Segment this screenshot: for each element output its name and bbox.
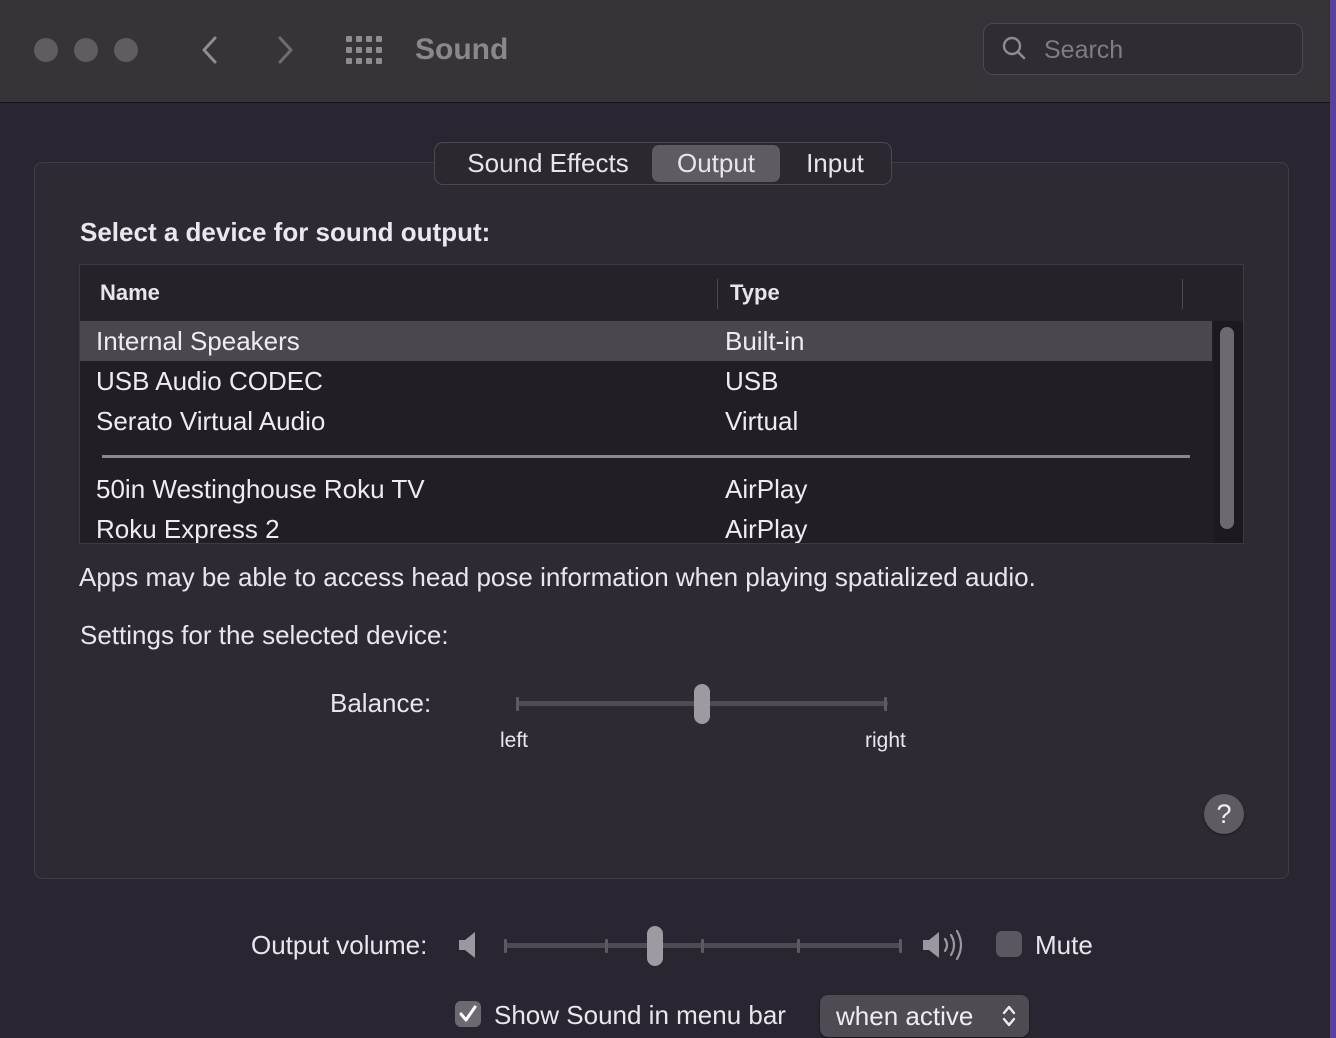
chevron-right-icon — [278, 36, 293, 64]
volume-tick — [605, 939, 608, 953]
device-name: 50in Westinghouse Roku TV — [96, 474, 425, 504]
volume-tick — [797, 939, 800, 953]
mute-checkbox[interactable] — [996, 931, 1022, 957]
chevron-left-icon — [202, 36, 217, 64]
search-icon — [1002, 36, 1026, 60]
device-type: Virtual — [725, 406, 799, 436]
title-bar: Sound Search — [0, 0, 1330, 103]
table-row[interactable]: Roku Express 2 AirPlay — [80, 509, 1212, 544]
desktop-edge — [1330, 0, 1336, 1038]
device-type: AirPlay — [725, 474, 808, 504]
show-all-grid-icon[interactable] — [346, 36, 384, 64]
table-row[interactable]: 50in Westinghouse Roku TV AirPlay — [80, 469, 1212, 509]
menubar-visibility-popup[interactable]: when active — [820, 995, 1029, 1037]
column-separator — [1182, 279, 1183, 309]
balance-right-label: right — [865, 729, 906, 752]
show-in-menubar-label: Show Sound in menu bar — [494, 1000, 786, 1030]
volume-tick — [504, 939, 507, 953]
balance-label: Balance: — [330, 688, 432, 718]
device-name: Serato Virtual Audio — [96, 406, 326, 436]
device-type: USB — [725, 366, 779, 396]
tab-bar: Sound Effects Output Input — [434, 142, 892, 185]
device-name: Internal Speakers — [96, 326, 300, 356]
speaker-high-icon — [923, 929, 963, 961]
table-header: Name Type — [80, 265, 1243, 321]
checkmark-icon — [459, 1005, 477, 1022]
table-row[interactable]: USB Audio CODEC USB — [80, 361, 1212, 401]
device-group-divider — [102, 455, 1190, 458]
tab-input[interactable]: Input — [780, 145, 890, 182]
output-device-table[interactable]: Name Type Internal Speakers Built-in USB… — [79, 264, 1244, 544]
output-heading: Select a device for sound output: — [80, 217, 491, 247]
forward-button[interactable] — [265, 28, 305, 72]
search-placeholder: Search — [1044, 36, 1124, 64]
zoom-window-button[interactable] — [114, 38, 138, 62]
balance-left-label: left — [500, 729, 529, 752]
balance-tick-right — [884, 697, 887, 711]
table-row[interactable]: Internal Speakers Built-in — [80, 321, 1212, 361]
volume-slider-thumb[interactable] — [647, 926, 664, 966]
column-separator — [717, 279, 718, 309]
volume-tick — [899, 939, 902, 953]
balance-tick-left — [516, 697, 519, 711]
close-window-button[interactable] — [34, 38, 58, 62]
minimize-window-button[interactable] — [74, 38, 98, 62]
spatial-audio-info: Apps may be able to access head pose inf… — [79, 562, 1036, 592]
help-button[interactable]: ? — [1204, 794, 1244, 834]
balance-slider-thumb[interactable] — [694, 684, 710, 724]
up-down-chevron-icon — [1002, 1005, 1016, 1027]
table-row[interactable]: Serato Virtual Audio Virtual — [80, 401, 1212, 441]
mute-label: Mute — [1035, 930, 1093, 960]
device-name: USB Audio CODEC — [96, 366, 323, 396]
popup-selected-value: when active — [836, 1001, 974, 1031]
sound-preferences-window: Sound Search Sound Effects Output Input … — [0, 0, 1330, 1038]
tab-sound-effects[interactable]: Sound Effects — [443, 145, 653, 182]
speaker-low-icon — [459, 932, 475, 958]
device-type: Built-in — [725, 326, 805, 356]
search-field[interactable]: Search — [983, 23, 1303, 75]
column-header-type[interactable]: Type — [730, 279, 780, 307]
scrollbar-thumb[interactable] — [1220, 327, 1234, 529]
device-settings-label: Settings for the selected device: — [80, 620, 449, 650]
show-in-menubar-checkbox[interactable] — [455, 1001, 481, 1027]
column-header-name[interactable]: Name — [100, 279, 160, 307]
device-type: AirPlay — [725, 514, 808, 544]
window-title: Sound — [415, 33, 509, 66]
volume-tick — [701, 939, 704, 953]
back-button[interactable] — [190, 28, 230, 72]
output-volume-label: Output volume: — [251, 930, 428, 960]
tab-output[interactable]: Output — [652, 145, 780, 182]
device-name: Roku Express 2 — [96, 514, 280, 544]
